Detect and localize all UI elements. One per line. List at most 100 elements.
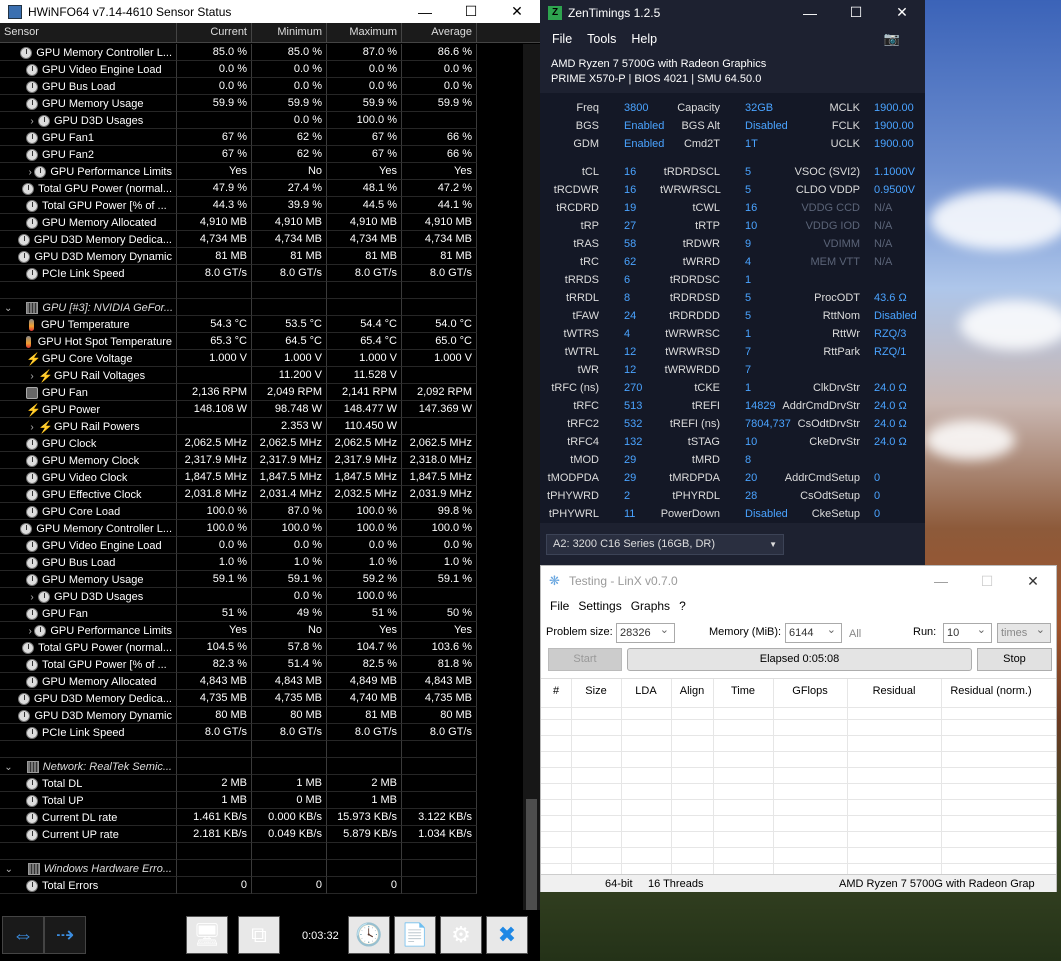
results-column-header[interactable]: LDA xyxy=(621,685,671,697)
sensor-row[interactable]: GPU Video Engine Load 0.0 % 0.0 % 0.0 % 0.0 … xyxy=(0,61,523,78)
sensor-row[interactable]: Current DL rate 1.461 KB/s 0.000 KB/s 15.97… xyxy=(0,809,523,826)
results-column-header[interactable]: Size xyxy=(571,685,621,697)
sensor-row[interactable]: GPU Video Engine Load 0.0 % 0.0 % 0.0 % 0.0 … xyxy=(0,537,523,554)
expand-chevron-icon[interactable]: › xyxy=(26,422,38,433)
column-header-minimum[interactable]: Minimum xyxy=(252,23,327,42)
sensor-row[interactable]: PCIe Link Speed 8.0 GT/s 8.0 GT/s 8.0 GT/s 8… xyxy=(0,724,523,741)
sensor-row[interactable]: GPU Memory Controller L... 100.0 % 100.0 %… xyxy=(0,520,523,537)
sensor-row[interactable]: GPU D3D Memory Dedica... 4,735 MB 4,735 MB… xyxy=(0,690,523,707)
sensor-row[interactable]: GPU Memory Usage 59.1 % 59.1 % 59.2 % 59.1 % xyxy=(0,571,523,588)
results-column-header[interactable]: Residual xyxy=(847,685,941,697)
menu-help[interactable]: ? xyxy=(679,599,686,613)
menu-settings[interactable]: Settings xyxy=(578,599,621,613)
close-sensors-icon[interactable]: ✖ xyxy=(486,916,528,954)
results-column-header[interactable]: GFlops xyxy=(773,685,847,697)
sensor-row[interactable]: GPU D3D Memory Dynamic 80 MB 80 MB 81 MB 80 … xyxy=(0,707,523,724)
close-button[interactable]: ✕ xyxy=(1010,566,1056,596)
sensor-row[interactable]: › GPU Performance Limits Yes No Yes Yes xyxy=(0,163,523,180)
collapse-chevron-icon[interactable]: ⌄ xyxy=(4,303,12,314)
sensor-row[interactable]: GPU D3D Memory Dedica... 4,734 MB 4,734 MB… xyxy=(0,231,523,248)
sensor-row[interactable]: GPU Fan1 67 % 62 % 67 % 66 % xyxy=(0,129,523,146)
sensor-group-row[interactable]: ⌄ GPU [#3]: NVIDIA GeFor... xyxy=(0,299,523,316)
column-header-current[interactable]: Current xyxy=(177,23,252,42)
problem-size-combo[interactable]: 28326 xyxy=(616,621,675,643)
sensor-row[interactable]: ⚡ GPU Power 148.108 W 98.748 W 148.477 W 147.… xyxy=(0,401,523,418)
maximize-button[interactable]: ☐ xyxy=(964,566,1010,596)
minimize-button[interactable]: — xyxy=(787,0,833,25)
linx-titlebar[interactable]: ❋ Testing - LinX v0.7.0 — ☐ ✕ xyxy=(541,566,1056,596)
memory-module-select[interactable]: A2: 3200 C16 Series (16GB, DR) ▼ xyxy=(546,534,784,555)
menu-file[interactable]: File xyxy=(552,32,572,46)
sensor-row[interactable]: PCIe Link Speed 8.0 GT/s 8.0 GT/s 8.0 GT/s 8… xyxy=(0,265,523,282)
zentimings-titlebar[interactable]: Z ZenTimings 1.2.5 — ☐ ✕ xyxy=(540,0,925,25)
sensor-row[interactable]: GPU Memory Allocated 4,910 MB 4,910 MB 4,91… xyxy=(0,214,523,231)
sensor-row[interactable]: Total GPU Power (normal... 104.5 % 57.8 % 1… xyxy=(0,639,523,656)
column-header-sensor[interactable]: Sensor xyxy=(0,23,177,42)
menu-help[interactable]: Help xyxy=(631,32,657,46)
network-monitors-icon[interactable]: ⧉ xyxy=(238,916,280,954)
sensor-row[interactable]: GPU Memory Controller L... 85.0 % 85.0 % 87… xyxy=(0,44,523,61)
sensor-row[interactable]: GPU Hot Spot Temperature 65.3 °C 64.5 °C 65… xyxy=(0,333,523,350)
scrollbar[interactable] xyxy=(523,44,540,939)
clock-icon[interactable]: 🕓 xyxy=(348,916,390,954)
expand-chevron-icon[interactable]: › xyxy=(26,371,38,382)
menu-file[interactable]: File xyxy=(550,599,569,613)
sensor-row[interactable]: GPU Fan 2,136 RPM 2,049 RPM 2,141 RPM 2,092 … xyxy=(0,384,523,401)
expand-chevron-icon[interactable]: › xyxy=(26,592,38,603)
maximize-button[interactable]: ☐ xyxy=(833,0,879,25)
sensor-row[interactable]: Total DL 2 MB 1 MB 2 MB xyxy=(0,775,523,792)
monitor-icon[interactable]: 🖥 xyxy=(186,916,228,954)
sensor-row[interactable]: GPU Memory Clock 2,317.9 MHz 2,317.9 MHz 2,… xyxy=(0,452,523,469)
results-column-header[interactable]: # xyxy=(541,685,571,697)
sensor-row[interactable]: › GPU Performance Limits Yes No Yes Yes xyxy=(0,622,523,639)
sensor-row[interactable]: › GPU D3D Usages 0.0 % 100.0 % xyxy=(0,588,523,605)
run-unit-combo[interactable]: times xyxy=(997,621,1051,643)
column-header-maximum[interactable]: Maximum xyxy=(327,23,402,42)
sensor-row[interactable]: GPU Fan2 67 % 62 % 67 % 66 % xyxy=(0,146,523,163)
expand-chevron-icon[interactable]: › xyxy=(26,626,34,637)
sensor-row[interactable]: ⚡ GPU Core Voltage 1.000 V 1.000 V 1.000 V 1.… xyxy=(0,350,523,367)
run-count-combo[interactable]: 10 xyxy=(943,621,992,643)
sensor-row[interactable]: GPU Fan 51 % 49 % 51 % 50 % xyxy=(0,605,523,622)
sensor-row[interactable]: GPU Temperature 54.3 °C 53.5 °C 54.4 °C 54.0… xyxy=(0,316,523,333)
close-button[interactable]: ✕ xyxy=(494,0,540,23)
results-column-header[interactable]: Residual (norm.) xyxy=(941,685,1041,697)
sensor-row[interactable]: GPU Bus Load 1.0 % 1.0 % 1.0 % 1.0 % xyxy=(0,554,523,571)
report-icon[interactable]: 📄 xyxy=(394,916,436,954)
collapse-chevron-icon[interactable]: ⌄ xyxy=(4,864,14,875)
menu-graphs[interactable]: Graphs xyxy=(631,599,670,613)
sensor-group-row[interactable]: ⌄ Windows Hardware Erro... xyxy=(0,860,523,877)
sensor-row[interactable]: Current UP rate 2.181 KB/s 0.049 KB/s 5.879… xyxy=(0,826,523,843)
close-button[interactable]: ✕ xyxy=(879,0,925,25)
sensor-row[interactable]: GPU Memory Allocated 4,843 MB 4,843 MB 4,84… xyxy=(0,673,523,690)
sensor-group-row[interactable]: ⌄ Network: RealTek Semic... xyxy=(0,758,523,775)
minimize-button[interactable]: — xyxy=(402,0,448,23)
sensor-row[interactable]: › GPU D3D Usages 0.0 % 100.0 % xyxy=(0,112,523,129)
results-column-header[interactable]: Align xyxy=(671,685,713,697)
stop-button[interactable]: Stop xyxy=(977,648,1052,671)
navigate-arrows-icon[interactable]: ⇔ xyxy=(2,916,44,954)
sensor-row[interactable]: › ⚡ GPU Rail Voltages 11.200 V 11.528 V xyxy=(0,367,523,384)
sensor-row[interactable]: › ⚡ GPU Rail Powers 2.353 W 110.450 W xyxy=(0,418,523,435)
sensor-row[interactable]: Total GPU Power [% of ... 82.3 % 51.4 % 82.… xyxy=(0,656,523,673)
sensor-row[interactable]: GPU Core Load 100.0 % 87.0 % 100.0 % 99.8 % xyxy=(0,503,523,520)
start-button[interactable]: Start xyxy=(548,648,622,671)
sensor-row[interactable]: GPU Video Clock 1,847.5 MHz 1,847.5 MHz 1,8… xyxy=(0,469,523,486)
sensor-row[interactable]: Total GPU Power (normal... 47.9 % 27.4 % 48… xyxy=(0,180,523,197)
sensor-row[interactable]: GPU Effective Clock 2,031.8 MHz 2,031.4 MH… xyxy=(0,486,523,503)
settings-gear-icon[interactable]: ⚙ xyxy=(440,916,482,954)
column-header-average[interactable]: Average xyxy=(402,23,477,42)
sensor-row[interactable]: Total Errors 0 0 0 xyxy=(0,877,523,894)
maximize-button[interactable]: ☐ xyxy=(448,0,494,23)
sensor-row[interactable]: Total GPU Power [% of ... 44.3 % 39.9 % 44.… xyxy=(0,197,523,214)
minimize-button[interactable]: — xyxy=(918,566,964,596)
memory-combo[interactable]: 6144 xyxy=(785,621,842,643)
expand-chevron-icon[interactable]: › xyxy=(26,116,38,127)
sensor-row[interactable]: GPU Memory Usage 59.9 % 59.9 % 59.9 % 59.9 % xyxy=(0,95,523,112)
sensor-row[interactable]: GPU Clock 2,062.5 MHz 2,062.5 MHz 2,062.5 M… xyxy=(0,435,523,452)
sensor-row[interactable]: GPU Bus Load 0.0 % 0.0 % 0.0 % 0.0 % xyxy=(0,78,523,95)
screenshot-camera-icon[interactable]: 📷 xyxy=(884,31,900,47)
hwinfo-titlebar[interactable]: HWiNFO64 v7.14-4610 Sensor Status — ☐ ✕ xyxy=(0,0,540,23)
collapse-chevron-icon[interactable]: ⌄ xyxy=(4,762,13,773)
results-column-header[interactable]: Time xyxy=(713,685,773,697)
